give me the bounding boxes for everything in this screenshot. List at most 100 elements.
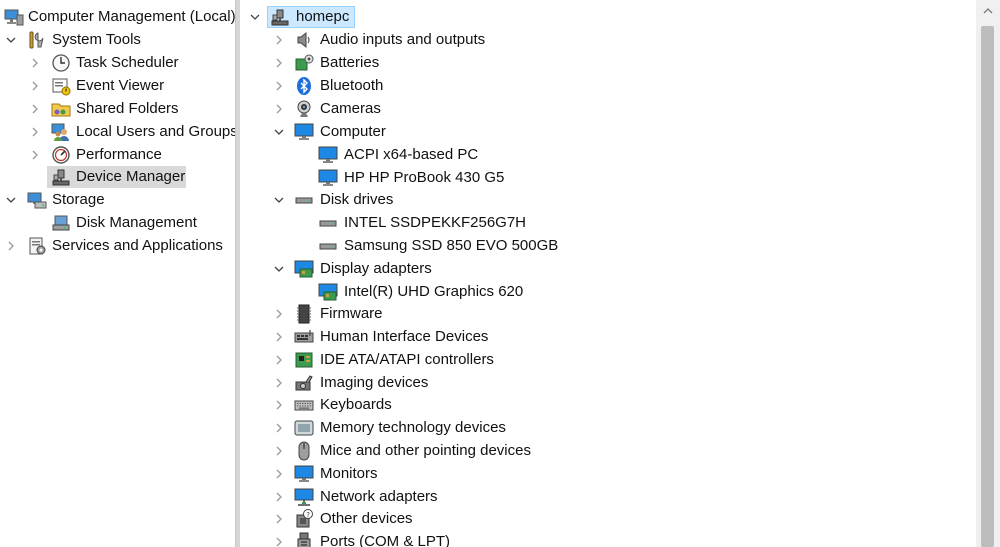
- memory-card-icon: [294, 418, 314, 438]
- device-category-disk-drives[interactable]: Disk drives: [240, 189, 976, 211]
- chevron-right-icon[interactable]: [273, 513, 285, 525]
- device-category-imaging[interactable]: Imaging devices: [240, 372, 976, 394]
- chevron-right-icon[interactable]: [273, 34, 285, 46]
- device-category-keyboards[interactable]: Keyboards: [240, 394, 976, 416]
- tree-item-computer-management[interactable]: Computer Management (Local): [0, 6, 235, 28]
- monitor-icon: [294, 122, 314, 142]
- device-category-label: Memory technology devices: [320, 419, 506, 436]
- event-viewer-icon: [51, 76, 71, 96]
- tree-item-local-users-groups[interactable]: Local Users and Groups: [0, 121, 235, 143]
- device-item[interactable]: INTEL SSDPEKKF256G7H: [240, 212, 976, 234]
- chevron-right-icon[interactable]: [273, 536, 285, 547]
- device-category-memory[interactable]: Memory technology devices: [240, 417, 976, 439]
- device-category-label: Batteries: [320, 54, 380, 71]
- device-category-label: Other devices: [320, 510, 413, 527]
- device-item-label: INTEL SSDPEKKF256G7H: [344, 214, 527, 231]
- tree-item-task-scheduler[interactable]: Task Scheduler: [0, 52, 235, 74]
- device-category-display-adapters[interactable]: Display adapters: [240, 258, 976, 280]
- chevron-down-icon[interactable]: [273, 126, 285, 138]
- device-category-other[interactable]: ? Other devices: [240, 508, 976, 530]
- chevron-right-icon[interactable]: [29, 80, 41, 92]
- chevron-down-icon[interactable]: [5, 194, 17, 206]
- device-item[interactable]: Intel(R) UHD Graphics 620: [240, 281, 976, 303]
- tree-item-label: Shared Folders: [76, 100, 179, 117]
- device-item[interactable]: ACPI x64-based PC: [240, 144, 976, 166]
- device-tree-pane[interactable]: homepc Audio inputs and outputs Batterie…: [240, 0, 976, 547]
- users-group-icon: [51, 122, 71, 142]
- device-category-computer[interactable]: Computer: [240, 121, 976, 143]
- device-category-monitors[interactable]: Monitors: [240, 463, 976, 485]
- tree-item-performance[interactable]: Performance: [0, 144, 235, 166]
- device-item[interactable]: HP HP ProBook 430 G5: [240, 167, 976, 189]
- vertical-scrollbar[interactable]: [976, 0, 1000, 547]
- device-category-firmware[interactable]: Firmware: [240, 303, 976, 325]
- monitor-icon: [294, 464, 314, 484]
- hid-icon: [294, 327, 314, 347]
- keyboard-icon: [294, 395, 314, 415]
- device-category-cameras[interactable]: Cameras: [240, 98, 976, 120]
- chevron-right-icon[interactable]: [273, 80, 285, 92]
- device-category-label: Audio inputs and outputs: [320, 31, 486, 48]
- tree-item-shared-folders[interactable]: Shared Folders: [0, 98, 235, 120]
- tree-item-system-tools[interactable]: System Tools: [0, 29, 235, 51]
- tree-item-disk-management[interactable]: Disk Management: [0, 212, 235, 234]
- device-category-audio[interactable]: Audio inputs and outputs: [240, 29, 976, 51]
- tree-item-label: Disk Management: [76, 214, 197, 231]
- imaging-device-icon: [294, 373, 314, 393]
- tree-item-label: Event Viewer: [76, 77, 165, 94]
- device-category-label: Network adapters: [320, 488, 438, 505]
- chevron-right-icon[interactable]: [29, 103, 41, 115]
- scrollbar-thumb[interactable]: [981, 26, 994, 547]
- chevron-down-icon[interactable]: [273, 194, 285, 206]
- network-adapter-icon: [294, 487, 314, 507]
- chevron-down-icon[interactable]: [273, 263, 285, 275]
- device-category-ports[interactable]: Ports (COM & LPT): [240, 531, 976, 547]
- tree-item-label: Task Scheduler: [76, 54, 179, 71]
- chevron-right-icon[interactable]: [273, 399, 285, 411]
- computer-management-icon: [4, 7, 24, 27]
- device-tree-root-label: homepc: [296, 8, 350, 25]
- console-tree-pane[interactable]: Computer Management (Local) System Tools…: [0, 0, 235, 547]
- battery-icon: [294, 53, 314, 73]
- device-category-label: Monitors: [320, 465, 378, 482]
- tree-item-services-applications[interactable]: Services and Applications: [0, 235, 235, 257]
- device-category-mice[interactable]: Mice and other pointing devices: [240, 440, 976, 462]
- chevron-right-icon[interactable]: [273, 331, 285, 343]
- chevron-right-icon[interactable]: [273, 308, 285, 320]
- storage-icon: [27, 190, 47, 210]
- unknown-device-icon: ?: [294, 509, 314, 529]
- chevron-right-icon[interactable]: [273, 422, 285, 434]
- device-category-batteries[interactable]: Batteries: [240, 52, 976, 74]
- chevron-right-icon[interactable]: [5, 240, 17, 252]
- device-category-ide[interactable]: IDE ATA/ATAPI controllers: [240, 349, 976, 371]
- chevron-right-icon[interactable]: [29, 57, 41, 69]
- device-manager-icon: [270, 7, 290, 27]
- chevron-down-icon[interactable]: [5, 34, 17, 46]
- tree-item-label: Storage: [52, 191, 105, 208]
- chevron-right-icon[interactable]: [29, 126, 41, 138]
- device-item[interactable]: Samsung SSD 850 EVO 500GB: [240, 235, 976, 257]
- chevron-right-icon[interactable]: [273, 57, 285, 69]
- chevron-right-icon[interactable]: [273, 445, 285, 457]
- chevron-right-icon[interactable]: [273, 468, 285, 480]
- scroll-up-arrow-icon[interactable]: [976, 0, 1000, 22]
- chevron-right-icon[interactable]: [273, 354, 285, 366]
- device-category-network[interactable]: Network adapters: [240, 486, 976, 508]
- device-category-label: Imaging devices: [320, 374, 429, 391]
- tree-item-event-viewer[interactable]: Event Viewer: [0, 75, 235, 97]
- device-category-label: IDE ATA/ATAPI controllers: [320, 351, 494, 368]
- device-item-label: Intel(R) UHD Graphics 620: [344, 283, 524, 300]
- device-category-hid[interactable]: Human Interface Devices: [240, 326, 976, 348]
- chevron-right-icon[interactable]: [273, 377, 285, 389]
- device-category-bluetooth[interactable]: Bluetooth: [240, 75, 976, 97]
- device-category-label: Human Interface Devices: [320, 328, 489, 345]
- chevron-down-icon[interactable]: [249, 11, 261, 23]
- chevron-right-icon[interactable]: [29, 149, 41, 161]
- tree-item-label: Performance: [76, 146, 162, 163]
- device-tree-root[interactable]: homepc: [240, 6, 976, 28]
- tree-item-label: Device Manager: [76, 168, 186, 185]
- tree-item-storage[interactable]: Storage: [0, 189, 235, 211]
- tree-item-device-manager[interactable]: Device Manager: [0, 166, 235, 188]
- chevron-right-icon[interactable]: [273, 103, 285, 115]
- chevron-right-icon[interactable]: [273, 491, 285, 503]
